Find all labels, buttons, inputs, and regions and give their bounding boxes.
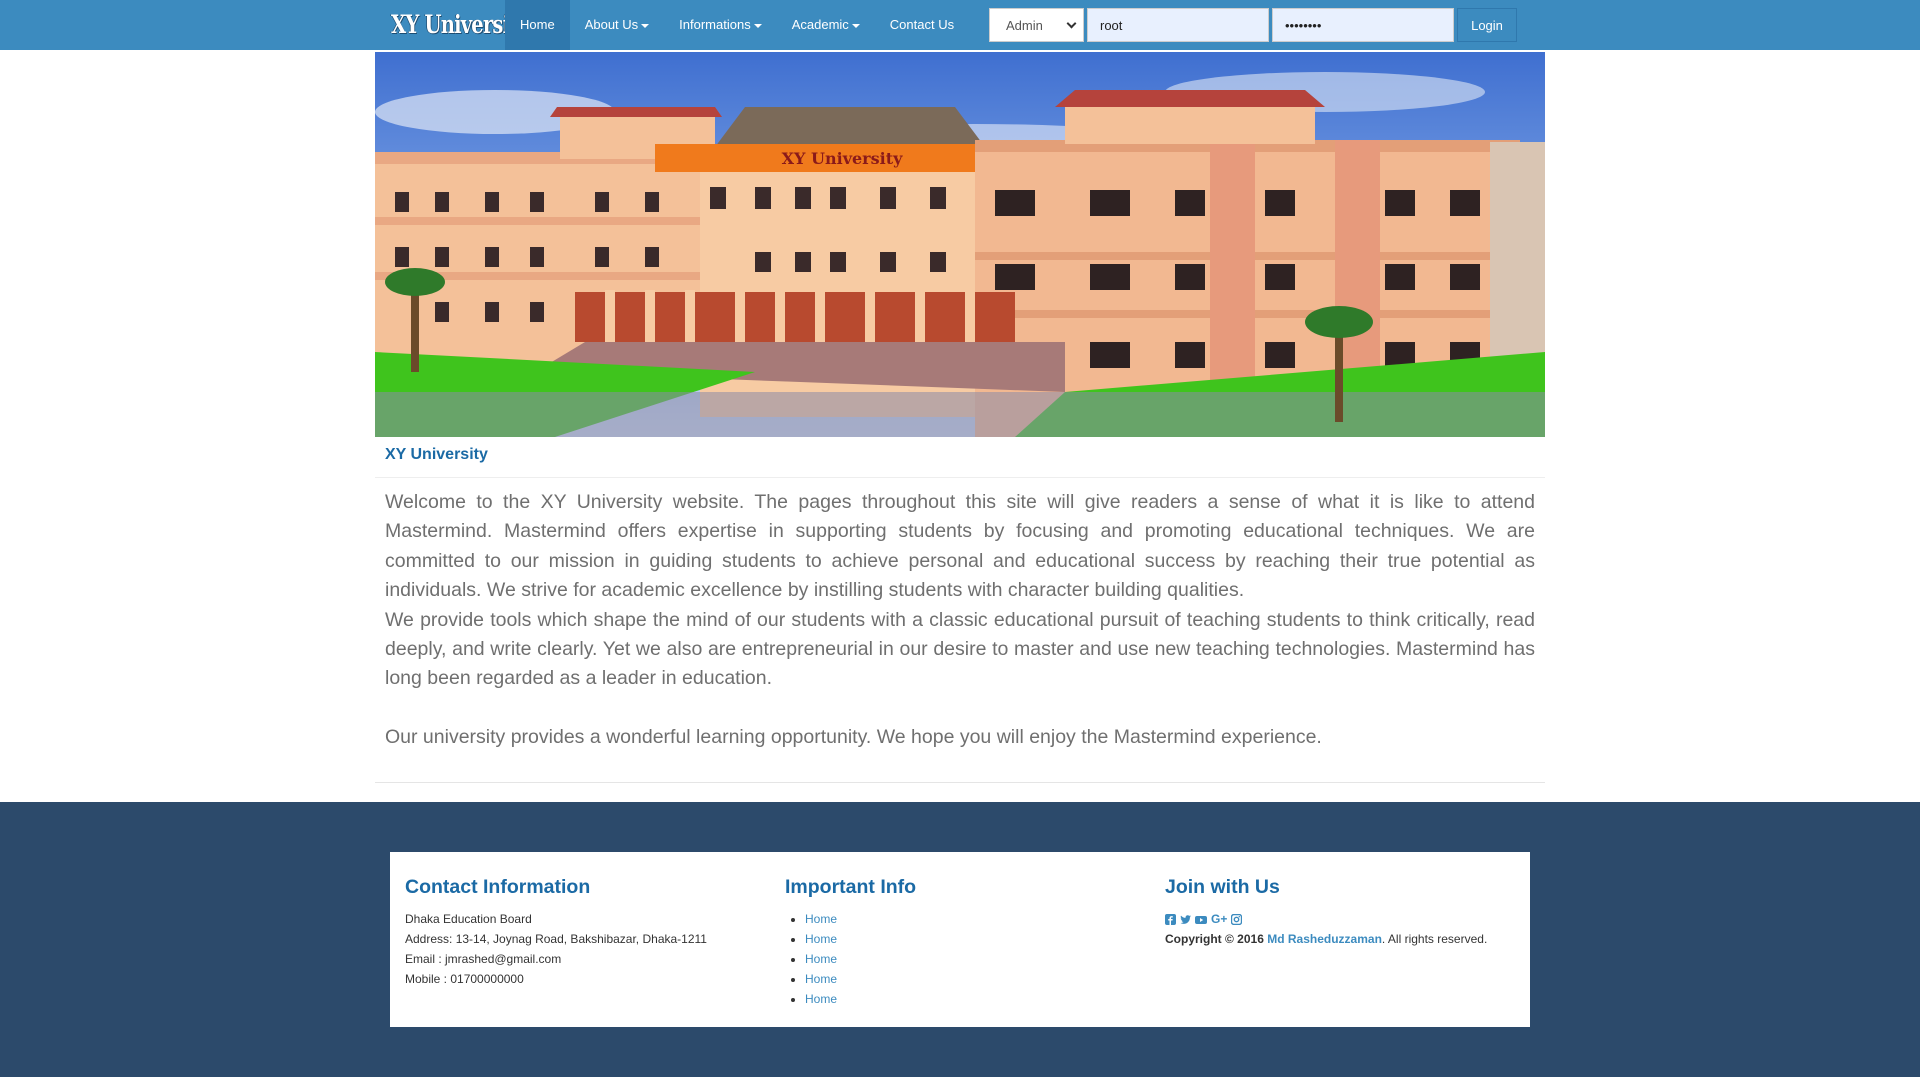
- nav-academic[interactable]: Academic: [777, 0, 875, 50]
- about-paragraph-3: Our university provides a wonderful lear…: [385, 726, 1322, 749]
- about-paragraph-1: Welcome to the XY University website. Th…: [385, 491, 1535, 602]
- card-bottom-border: [375, 782, 1545, 783]
- footer-box: Contact Information Dhaka Education Boar…: [390, 852, 1530, 1027]
- author-link[interactable]: Md Rasheduzzaman: [1267, 932, 1382, 946]
- join-heading: Join with Us: [1165, 876, 1280, 898]
- list-item: Home: [805, 949, 916, 969]
- important-links-list: Home Home Home Home Home: [785, 909, 916, 1009]
- caret-down-icon: [641, 23, 650, 28]
- list-item: Home: [805, 929, 916, 949]
- nav-academic-label: Academic: [791, 17, 849, 32]
- nav-about-us[interactable]: About Us: [570, 0, 664, 50]
- caret-down-icon: [851, 23, 860, 28]
- footer-important-column: Important Info Home Home Home Home Home: [785, 876, 916, 1009]
- top-navbar: XY University Home About Us Informations…: [0, 0, 1920, 50]
- login-button[interactable]: Login: [1457, 8, 1517, 42]
- facebook-icon[interactable]: [1165, 913, 1176, 925]
- login-form: Admin Login: [989, 8, 1517, 42]
- youtube-icon[interactable]: [1195, 914, 1207, 925]
- important-heading: Important Info: [785, 876, 917, 898]
- about-body: Welcome to the XY University website. Th…: [385, 488, 1535, 753]
- nav-informations-label: Informations: [679, 17, 751, 32]
- nav-about-us-label: About Us: [584, 17, 639, 32]
- nav-home[interactable]: Home: [505, 0, 570, 50]
- hero-sign-text: XY University: [782, 149, 903, 168]
- list-item: Home: [805, 989, 916, 1009]
- google-plus-icon[interactable]: G+: [1211, 912, 1227, 926]
- caret-down-icon: [753, 23, 762, 28]
- contact-email: Email : jmrashed@gmail.com: [405, 952, 562, 966]
- footer-join-column: Join with Us G+ Copyright © 2016 Md Rash…: [1165, 876, 1487, 949]
- chevron-down-icon: [1066, 18, 1077, 28]
- card-divider: [375, 477, 1545, 478]
- contact-heading: Contact Information: [405, 876, 591, 898]
- important-link-home[interactable]: Home: [805, 932, 837, 946]
- university-building-illustration: XY University: [375, 52, 1545, 437]
- footer-contact-column: Contact Information Dhaka Education Boar…: [405, 876, 707, 989]
- nav-informations[interactable]: Informations: [664, 0, 777, 50]
- list-item: Home: [805, 969, 916, 989]
- copyright-suffix: . All rights reserved.: [1381, 932, 1488, 946]
- important-link-home[interactable]: Home: [805, 912, 837, 926]
- nav-contact-us-label: Contact Us: [889, 17, 955, 32]
- password-input[interactable]: [1272, 8, 1454, 42]
- role-select[interactable]: Admin: [989, 8, 1084, 42]
- nav-home-label: Home: [520, 17, 555, 32]
- nav-contact-us[interactable]: Contact Us: [875, 0, 969, 50]
- important-link-home[interactable]: Home: [805, 992, 837, 1006]
- contact-address: Address: 13-14, Joynag Road, Bakshibazar…: [405, 932, 707, 946]
- social-icons: G+: [1165, 909, 1487, 929]
- copyright-prefix: Copyright © 2016: [1165, 932, 1264, 946]
- about-paragraph-2: We provide tools which shape the mind of…: [385, 608, 1535, 690]
- list-item: Home: [805, 909, 916, 929]
- about-title: XY University: [385, 446, 488, 463]
- twitter-icon[interactable]: [1180, 914, 1191, 925]
- username-input[interactable]: [1087, 8, 1269, 42]
- role-select-value: Admin: [1006, 17, 1043, 33]
- main-nav: Home About Us Informations Academic Cont…: [505, 0, 969, 50]
- important-link-home[interactable]: Home: [805, 952, 837, 966]
- contact-mobile: Mobile : 01700000000: [405, 972, 524, 986]
- contact-org: Dhaka Education Board: [405, 912, 532, 926]
- hero-banner-image: XY University: [375, 52, 1545, 437]
- important-link-home[interactable]: Home: [805, 972, 837, 986]
- instagram-icon[interactable]: [1231, 913, 1243, 925]
- copyright-text: Copyright © 2016 Md Rasheduzzaman. All r…: [1165, 929, 1487, 949]
